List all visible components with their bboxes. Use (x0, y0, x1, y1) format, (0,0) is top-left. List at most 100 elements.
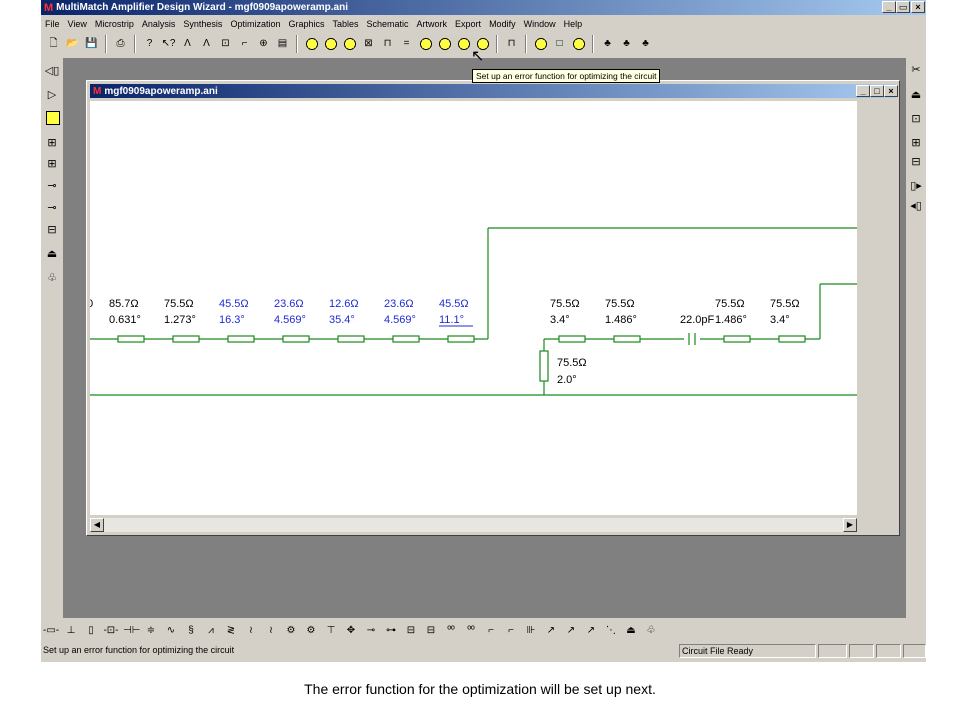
block-icon[interactable]: ⊓ (380, 36, 396, 52)
diag-icon[interactable]: ↗ (543, 623, 559, 639)
diag-3-icon[interactable]: ↗ (583, 623, 599, 639)
gear-a-icon[interactable]: ⚙ (283, 623, 299, 639)
loop-icon[interactable]: o (417, 36, 434, 52)
new-icon[interactable]: 🗋 (46, 36, 62, 52)
circle-3-icon[interactable]: o (570, 36, 587, 52)
menu-artwork[interactable]: Artwork (413, 19, 452, 29)
stack-2-icon[interactable]: ⊟ (423, 623, 439, 639)
target-icon[interactable]: o (341, 36, 358, 52)
diag-2-icon[interactable]: ↗ (563, 623, 579, 639)
plus-box-icon[interactable]: ⊞ (908, 135, 924, 151)
schematic-canvas[interactable]: 75.5Ω 2.0° 0 85.7Ω 0.631° 75.5Ω 1.273° 45.5Ω 16.… (87, 101, 857, 515)
box-dot-icon[interactable]: ⊡ (908, 111, 924, 127)
doc-maximize-button[interactable]: □ (870, 85, 884, 97)
scissors-icon[interactable]: ✂ (908, 62, 924, 78)
coupled-icon[interactable]: ≀ (243, 623, 259, 639)
bar-icon[interactable]: ⊪ (523, 623, 539, 639)
doc-minimize-button[interactable]: _ (856, 85, 870, 97)
ground-bottom-icon[interactable]: ⏏ (623, 623, 639, 639)
text-icon[interactable]: ▤ (275, 36, 291, 52)
rl-icon[interactable]: ⊸ (44, 178, 60, 194)
menu-view[interactable]: View (64, 19, 91, 29)
tee-icon[interactable]: ⊤ (323, 623, 339, 639)
dot-icon[interactable]: ⋱ (603, 623, 619, 639)
shunt-cap-icon[interactable]: ≑ (143, 623, 159, 639)
restore-button[interactable]: ▭ (896, 1, 910, 13)
horizontal-scrollbar[interactable]: ◀ ▶ (90, 518, 857, 532)
menu-modify[interactable]: Modify (485, 19, 520, 29)
node-icon[interactable]: ♧ (44, 270, 60, 286)
open-icon[interactable]: 📂 (65, 36, 81, 52)
filter-icon[interactable]: ⊓ (504, 36, 520, 52)
taper-icon[interactable]: ⊶ (383, 623, 399, 639)
gear-b-icon[interactable]: ⚙ (303, 623, 319, 639)
back-icon[interactable]: b (455, 36, 472, 52)
doc-close-button[interactable]: × (884, 85, 898, 97)
minimize-button[interactable]: _ (882, 1, 896, 13)
help-icon[interactable]: ? (142, 36, 158, 52)
port-left-icon[interactable]: ◁▯ (44, 63, 60, 79)
menu-file[interactable]: File (41, 19, 64, 29)
series-line-icon[interactable]: -▭- (43, 623, 59, 639)
menu-window[interactable]: Window (520, 19, 560, 29)
stack-icon[interactable]: ⊟ (403, 623, 419, 639)
scroll-right-icon[interactable]: ▶ (843, 518, 857, 532)
minus-box-icon[interactable]: ⊟ (908, 154, 924, 170)
hook-2-icon[interactable]: ⌐ (503, 623, 519, 639)
square-icon[interactable]: □ (552, 36, 568, 52)
stamp-icon[interactable]: ♣ (600, 36, 616, 52)
oo-2-icon[interactable]: ºº (463, 623, 479, 639)
menu-schematic[interactable]: Schematic (363, 19, 413, 29)
hook-icon[interactable]: ⌐ (483, 623, 499, 639)
port-out-icon[interactable]: ▯▸ (908, 178, 924, 194)
menu-optimization[interactable]: Optimization (226, 19, 284, 29)
antenna-2-icon[interactable]: Ʌ (199, 36, 215, 52)
menu-microstrip[interactable]: Microstrip (91, 19, 138, 29)
circle-icon[interactable]: o (303, 36, 320, 52)
block-left-icon[interactable]: ⊟ (44, 222, 60, 238)
stub-icon[interactable]: ⊸ (44, 200, 60, 216)
equal-icon[interactable]: = (399, 36, 415, 52)
port-icon[interactable]: ▷ (44, 87, 60, 103)
cross-icon[interactable]: ✥ (343, 623, 359, 639)
tune-icon[interactable]: ⊡ (218, 36, 234, 52)
schematic-diagram[interactable]: 75.5Ω 2.0° 0 85.7Ω 0.631° 75.5Ω 1.273° 45.5Ω 16.… (87, 101, 857, 515)
shunt-ind-icon[interactable]: § (183, 623, 199, 639)
menu-analysis[interactable]: Analysis (138, 19, 180, 29)
pointer-icon[interactable]: ⌐ (237, 36, 253, 52)
shunt-res-icon[interactable]: ≷ (223, 623, 239, 639)
print-icon[interactable]: ⎙ (113, 36, 129, 52)
short-stub-icon[interactable]: -⊡- (103, 623, 119, 639)
close-button[interactable]: × (911, 1, 925, 13)
scroll-left-icon[interactable]: ◀ (90, 518, 104, 532)
shunt-line-icon[interactable]: ⊥ (63, 623, 79, 639)
error-function-icon[interactable]: e (436, 36, 453, 52)
ground-icon[interactable]: ⏏ (44, 246, 60, 262)
save-icon[interactable]: 💾 (84, 36, 100, 52)
cir-icon[interactable]: ⊞ (44, 135, 60, 151)
menu-tables[interactable]: Tables (328, 19, 362, 29)
cil-icon[interactable]: ⊞ (44, 156, 60, 172)
context-help-icon[interactable]: ↖? (161, 36, 177, 52)
series-ind-icon[interactable]: ∿ (163, 623, 179, 639)
stamp-2-icon[interactable]: ♣ (619, 36, 635, 52)
step-icon[interactable]: ⊸ (363, 623, 379, 639)
port-in-icon[interactable]: ◂▯ (908, 198, 924, 214)
series-cap-icon[interactable]: ⊣⊢ (123, 623, 140, 639)
component-icon[interactable]: ⊕ (256, 36, 272, 52)
antenna-icon[interactable]: Ʌ (180, 36, 196, 52)
transformer-icon[interactable]: ≀ (263, 623, 279, 639)
node-bottom-icon[interactable]: ♧ (643, 623, 659, 639)
yellow-block-icon[interactable] (46, 111, 60, 125)
f-circle-icon[interactable]: f (322, 36, 339, 52)
oo-icon[interactable]: ºº (443, 623, 459, 639)
open-stub-icon[interactable]: ▯ (83, 623, 99, 639)
menu-export[interactable]: Export (451, 19, 485, 29)
stamp-3-icon[interactable]: ♣ (638, 36, 654, 52)
menu-graphics[interactable]: Graphics (284, 19, 328, 29)
ground-right-icon[interactable]: ⏏ (908, 87, 924, 103)
circle-2-icon[interactable]: o (532, 36, 549, 52)
box-x-icon[interactable]: ⊠ (361, 36, 377, 52)
menu-help[interactable]: Help (560, 19, 587, 29)
resistor-icon[interactable]: ⩘ (203, 623, 219, 639)
